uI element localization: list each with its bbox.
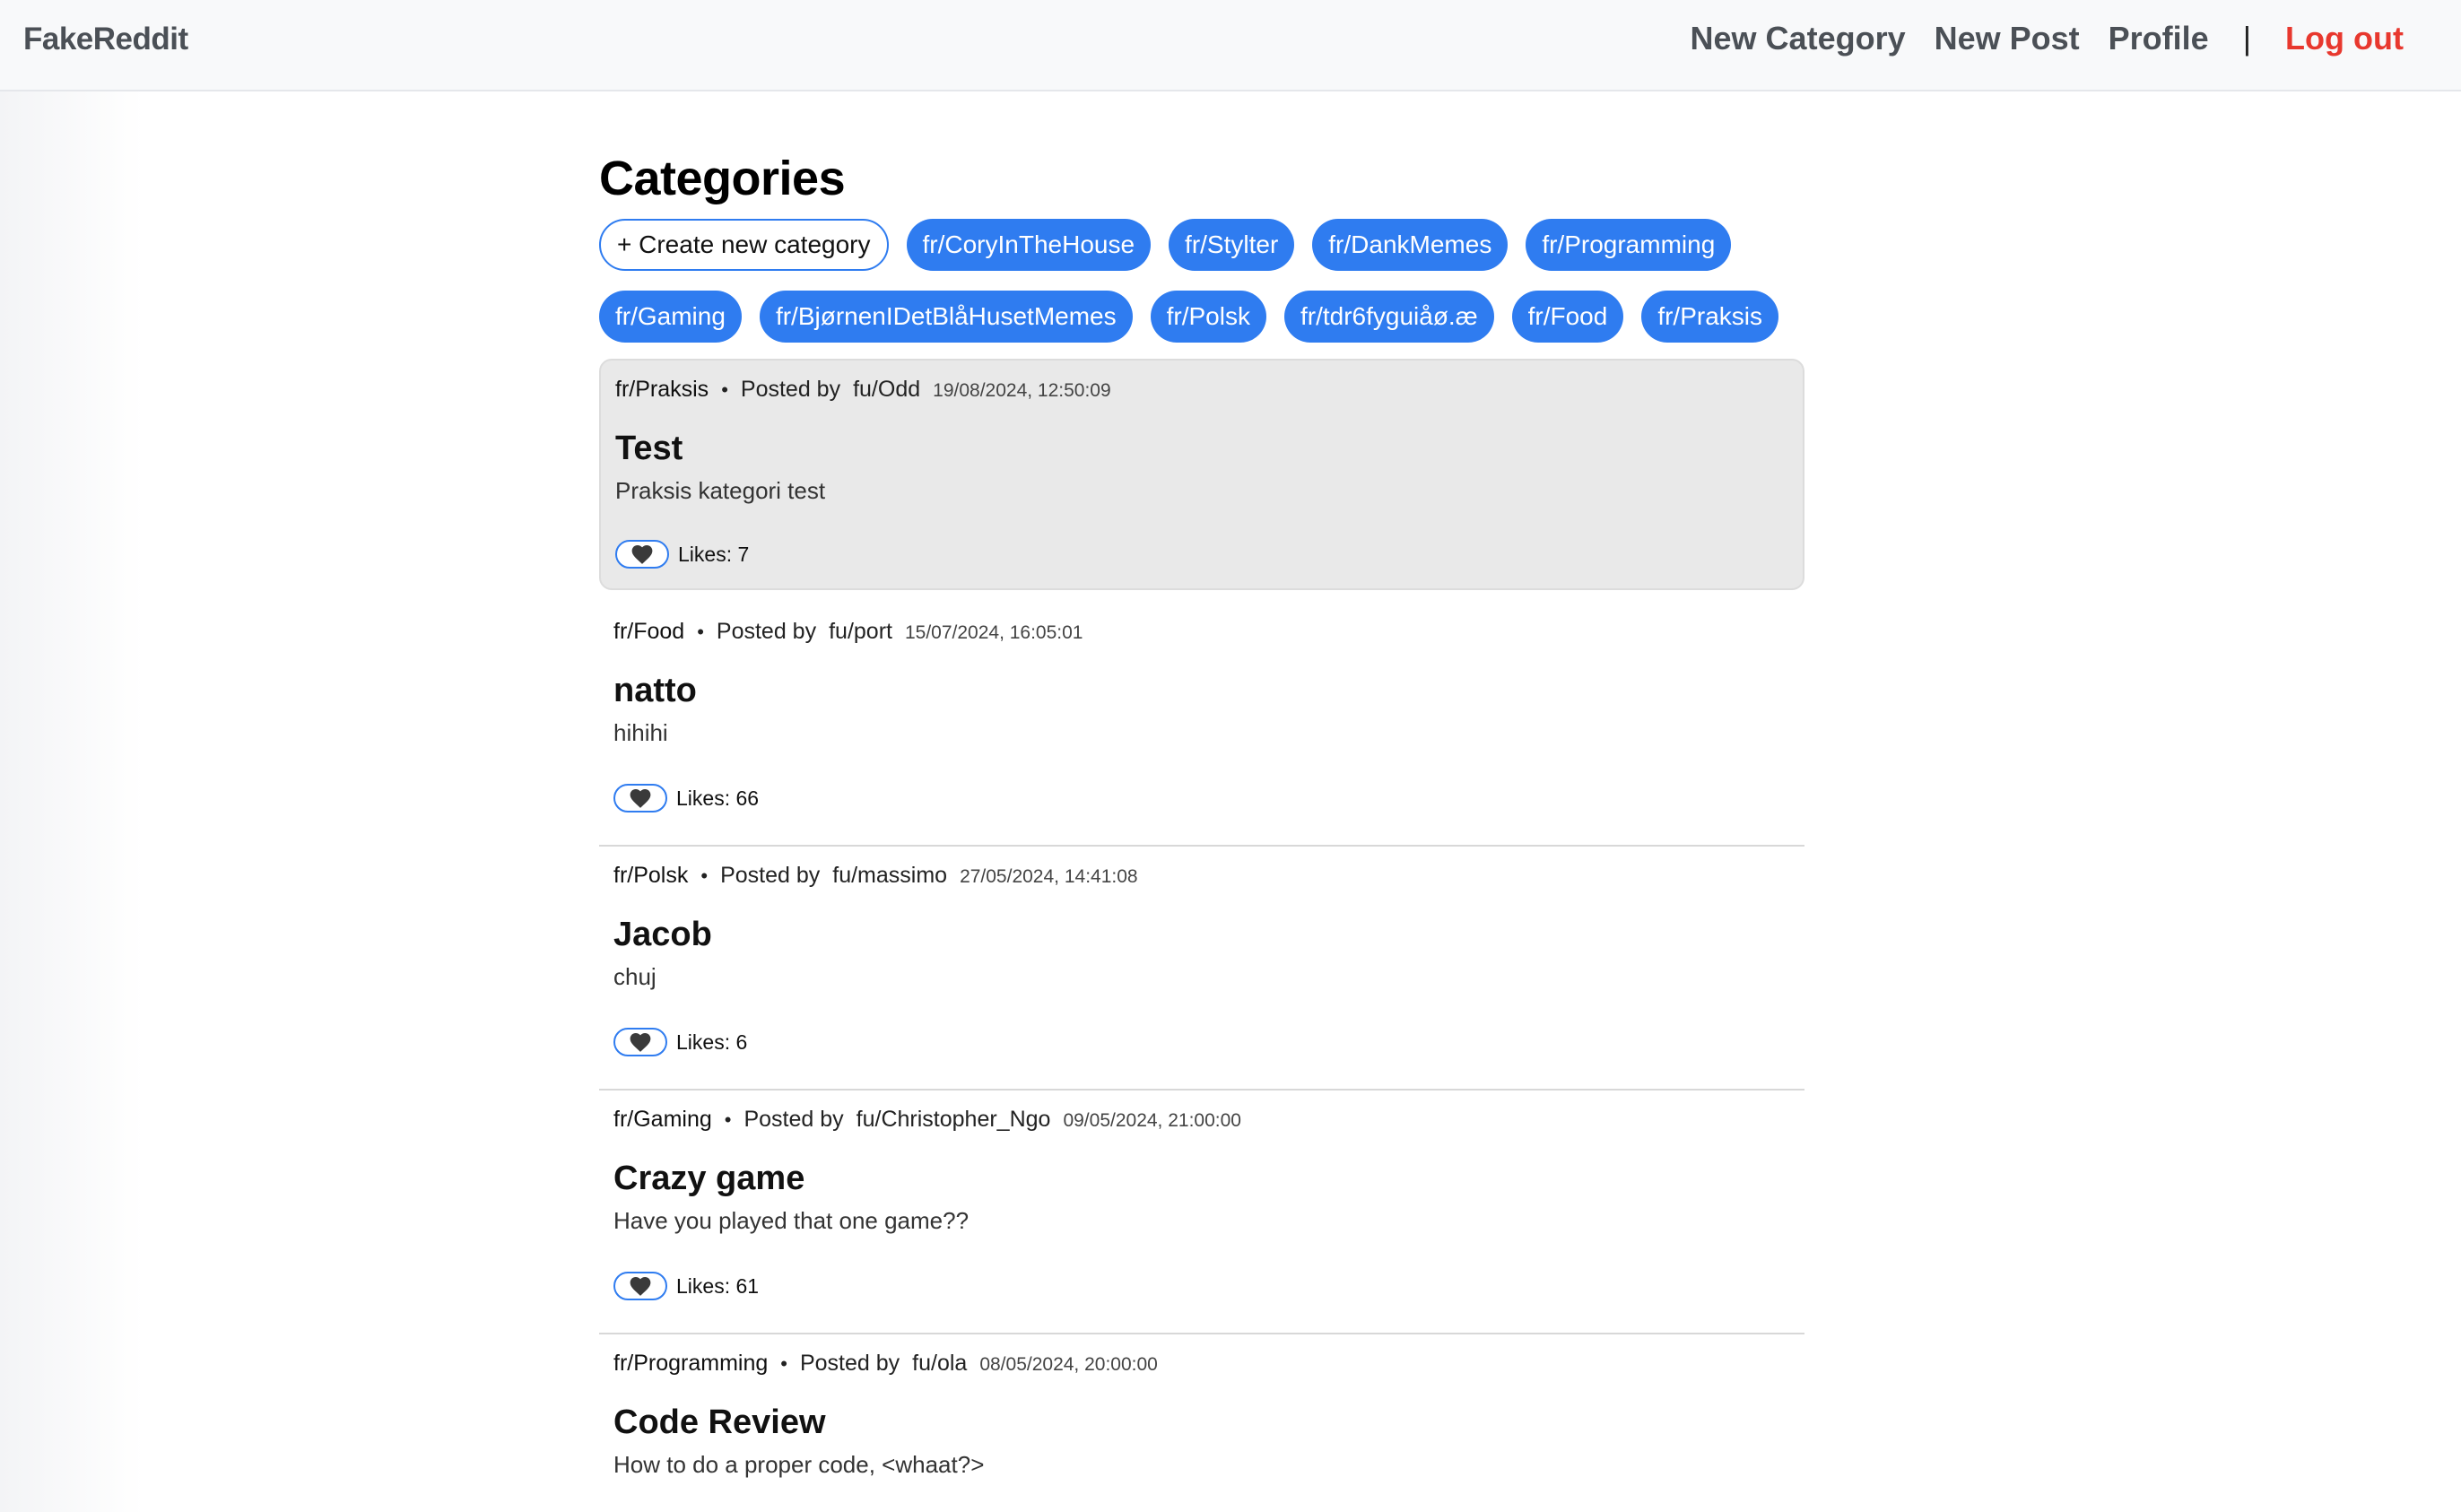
category-pill[interactable]: fr/Food [1511,291,1624,343]
post-category-link[interactable]: fr/Praksis [615,377,709,403]
category-pill[interactable]: fr/Stylter [1169,219,1295,271]
post-body: How to do a proper code, <whaat?> [613,1451,985,1478]
post-author-link[interactable]: fu/Odd [853,377,920,403]
new-post-link[interactable]: New Post [1935,20,2080,57]
new-category-link[interactable]: New Category [1691,20,1906,57]
post-category-link[interactable]: fr/Polsk [613,863,688,889]
post-card[interactable]: fr/Programming • Posted by fu/ola 08/05/… [599,1334,1804,1512]
meta-dot: • [697,621,704,643]
main-content: Categories + Create new category fr/Cory… [599,151,1804,1512]
likes-row: Likes: 61 [613,1272,759,1300]
like-button[interactable] [613,784,667,812]
category-pill[interactable]: fr/Polsk [1150,291,1266,343]
profile-link[interactable]: Profile [2109,20,2209,57]
post-category-link[interactable]: fr/Food [613,619,684,645]
post-meta: fr/Praksis • Posted by fu/Odd 19/08/2024… [615,377,1788,403]
post-body: chuj [613,963,657,990]
post-author-link[interactable]: fu/ola [912,1351,967,1377]
meta-dot: • [780,1352,787,1375]
likes-row: Likes: 6 [613,1028,747,1056]
post-meta: fr/Programming • Posted by fu/ola 08/05/… [613,1351,1790,1377]
category-pill[interactable]: fr/DankMemes [1312,219,1509,271]
heart-icon [631,545,653,564]
post-meta: fr/Food • Posted by fu/port 15/07/2024, … [613,619,1790,645]
post-card[interactable]: fr/Gaming • Posted by fu/Christopher_Ngo… [599,1091,1804,1334]
category-pill[interactable]: fr/Gaming [599,291,742,343]
like-button[interactable] [613,1272,667,1300]
post-date: 09/05/2024, 21:00:00 [1063,1110,1241,1131]
posted-by-label: Posted by [744,1107,844,1132]
page-title: Categories [599,152,846,205]
post-meta: fr/Polsk • Posted by fu/massimo 27/05/20… [613,863,1790,889]
post-title[interactable]: Code Review [613,1403,1790,1442]
post-card[interactable]: fr/Polsk • Posted by fu/massimo 27/05/20… [599,847,1804,1091]
category-pill[interactable]: fr/BjørnenIDetBlåHusetMemes [759,291,1133,343]
heart-icon [630,789,651,808]
post-body: Have you played that one game?? [613,1207,970,1234]
posted-by-label: Posted by [799,1351,900,1376]
post-author-link[interactable]: fu/port [829,619,892,645]
create-category-button[interactable]: + Create new category [599,219,889,271]
category-list: + Create new category fr/CoryInTheHouse … [599,219,1837,343]
likes-count: Likes: 7 [678,542,750,566]
post-author-link[interactable]: fu/massimo [832,863,947,889]
post-title[interactable]: Test [615,430,1788,468]
brand-logo[interactable]: FakeReddit [23,22,188,57]
likes-count: Likes: 6 [676,1030,748,1054]
heart-icon [630,1033,651,1052]
likes-row: Likes: 7 [615,540,749,569]
posted-by-label: Posted by [716,619,817,644]
nav-separator: | [2242,20,2252,56]
post-date: 15/07/2024, 16:05:01 [904,622,1083,643]
category-pill[interactable]: fr/Programming [1526,219,1732,271]
post-card[interactable]: fr/Food • Posted by fu/port 15/07/2024, … [599,603,1804,847]
post-title[interactable]: Crazy game [613,1160,1790,1198]
post-title[interactable]: Jacob [613,916,1790,954]
posted-by-label: Posted by [720,863,821,888]
likes-row: Likes: 66 [613,784,759,812]
heart-icon [630,1277,651,1296]
meta-dot: • [700,865,709,887]
post-body: Praksis kategori test [615,477,826,504]
post-title[interactable]: natto [613,672,1790,710]
like-button[interactable] [613,1028,667,1056]
post-date: 08/05/2024, 20:00:00 [979,1354,1158,1375]
meta-dot: • [721,378,728,401]
category-pill[interactable]: fr/CoryInTheHouse [906,219,1152,271]
posted-by-label: Posted by [740,377,841,402]
category-pill[interactable]: fr/tdr6fyguiåø.æ [1283,291,1494,343]
likes-count: Likes: 61 [676,1273,760,1298]
post-author-link[interactable]: fu/Christopher_Ngo [857,1107,1051,1133]
post-category-link[interactable]: fr/Programming [613,1351,768,1377]
post-date: 27/05/2024, 14:41:08 [960,866,1138,887]
logout-link[interactable]: Log out [2285,20,2404,57]
top-navbar: FakeReddit New Category New Post Profile… [0,0,2461,91]
like-button[interactable] [615,540,669,569]
nav-links: New Category New Post Profile | Log out [1691,20,2404,57]
post-meta: fr/Gaming • Posted by fu/Christopher_Ngo… [613,1107,1790,1133]
post-card[interactable]: fr/Praksis • Posted by fu/Odd 19/08/2024… [599,359,1804,590]
meta-dot: • [724,1108,732,1131]
post-date: 19/08/2024, 12:50:09 [933,380,1111,401]
post-list: fr/Praksis • Posted by fu/Odd 19/08/2024… [599,359,1804,1512]
post-category-link[interactable]: fr/Gaming [613,1107,712,1133]
category-pill[interactable]: fr/Praksis [1641,291,1779,343]
likes-count: Likes: 66 [676,786,760,810]
post-body: hihihi [613,719,668,746]
